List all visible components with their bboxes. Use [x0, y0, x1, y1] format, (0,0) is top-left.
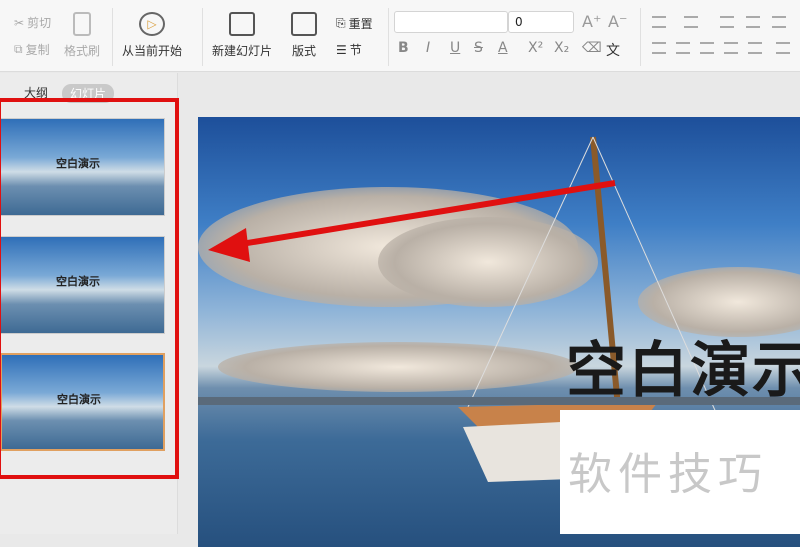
font-name-select[interactable] [394, 11, 508, 33]
ribbon-toolbar: ✂ 剪切 ⧉ 复制 格式刷 ▷ 从当前开始 新建幻灯片 版式 ⎘ 重置 ☰ 节 0 A⁺ … [0, 0, 800, 72]
watermark: 软件技巧 [560, 410, 800, 534]
play-icon: ▷ [139, 12, 165, 36]
play-from-current-button[interactable]: ▷ 从当前开始 [122, 12, 182, 59]
line-spacing-icon[interactable] [776, 42, 790, 54]
numbered-list-icon[interactable] [684, 16, 698, 28]
section-button[interactable]: ☰ 节 [336, 41, 362, 58]
phonetic-icon[interactable]: 文 [606, 40, 620, 60]
new-slide-button[interactable]: 新建幻灯片 [212, 12, 272, 59]
bullet-list-icon[interactable] [652, 16, 666, 28]
copy-button[interactable]: ⧉ 复制 [14, 41, 50, 58]
text-direction-icon[interactable] [772, 16, 786, 28]
reset-button[interactable]: ⎘ 重置 [336, 15, 373, 32]
shrink-font-icon[interactable]: A⁻ [608, 12, 627, 31]
section-icon: ☰ [336, 42, 347, 57]
scissors-icon: ✂ [14, 15, 25, 30]
underline-button[interactable]: U [450, 40, 460, 56]
format-painter-button[interactable]: 格式刷 [64, 12, 100, 59]
align-center-icon[interactable] [676, 42, 690, 54]
superscript-button[interactable]: X² [528, 40, 543, 56]
brush-icon [73, 12, 91, 36]
distribute-icon[interactable] [748, 42, 762, 54]
bold-button[interactable]: B [398, 40, 409, 56]
copy-icon: ⧉ [14, 42, 23, 56]
font-color-button[interactable]: A [498, 40, 508, 56]
subscript-button[interactable]: X₂ [554, 40, 569, 56]
layout-button[interactable]: 版式 [291, 12, 317, 59]
font-size-select[interactable]: 0 [508, 11, 574, 33]
new-slide-icon [229, 12, 255, 36]
italic-button[interactable]: I [426, 40, 430, 56]
align-right-icon[interactable] [700, 42, 714, 54]
decrease-indent-icon[interactable] [720, 16, 734, 28]
align-left-icon[interactable] [652, 42, 666, 54]
cut-button[interactable]: ✂ 剪切 [14, 14, 51, 31]
grow-font-icon[interactable]: A⁺ [582, 12, 601, 31]
justify-icon[interactable] [724, 42, 738, 54]
slide-title[interactable]: 空白演示 [566, 322, 800, 409]
reset-icon: ⎘ [336, 16, 346, 30]
annotation-highlight-box [0, 98, 179, 479]
increase-indent-icon[interactable] [746, 16, 760, 28]
layout-icon [291, 12, 317, 36]
strikethrough-button[interactable]: S [474, 40, 483, 56]
eraser-icon[interactable]: ⌫ [582, 40, 602, 56]
